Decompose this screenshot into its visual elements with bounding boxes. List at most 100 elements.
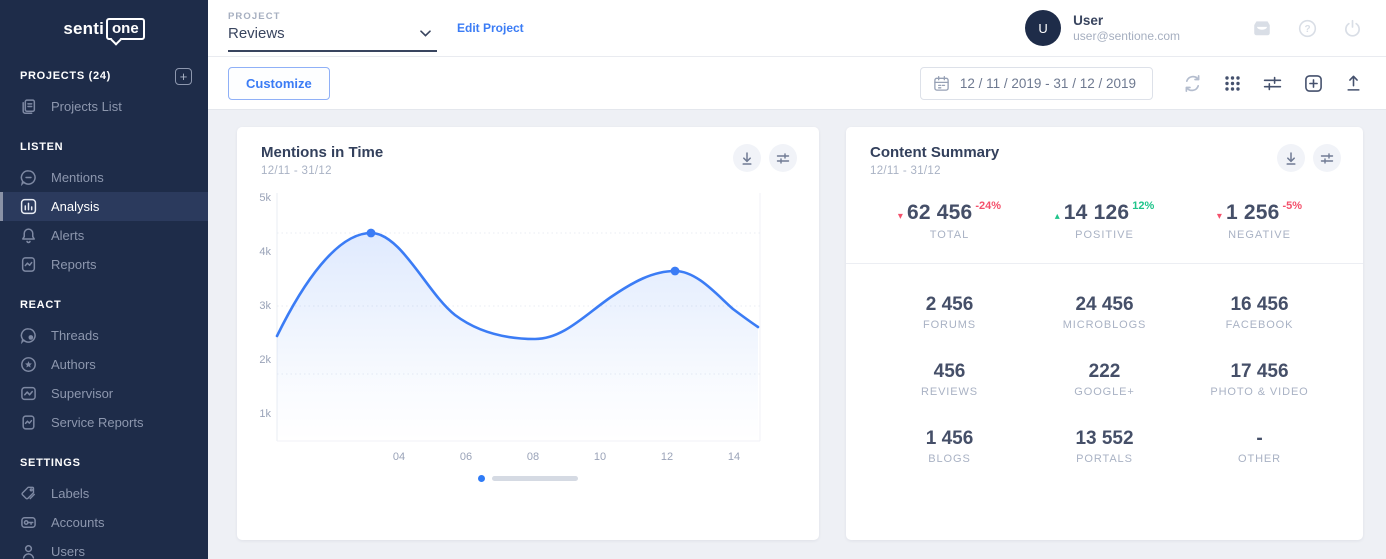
sidebar-item-users[interactable]: Users bbox=[0, 537, 208, 559]
sidebar-header-label: SETTINGS bbox=[20, 457, 81, 469]
user-menu[interactable]: U User user@sentione.com bbox=[1025, 10, 1180, 46]
chart-settings-button[interactable] bbox=[769, 144, 797, 172]
sidebar-header-react: REACT bbox=[0, 293, 208, 317]
kpi-value: 62 456 bbox=[907, 201, 972, 225]
svg-text:?: ? bbox=[1304, 24, 1310, 35]
sidebar-item-threads[interactable]: Threads bbox=[0, 321, 208, 350]
chart-pagination bbox=[237, 475, 819, 482]
kpi-value: 14 126 bbox=[1064, 201, 1129, 225]
source-value: 24 456 bbox=[1027, 294, 1182, 316]
sidebar-item-label: Users bbox=[51, 544, 85, 559]
reports-icon bbox=[20, 256, 37, 273]
filters-icon bbox=[1320, 152, 1334, 165]
source-blogs: 1 456 BLOGS bbox=[872, 428, 1027, 465]
source-label: FORUMS bbox=[872, 319, 1027, 331]
mentions-in-time-card: Mentions in Time 12/11 - 31/12 bbox=[237, 127, 819, 540]
sidebar-item-label: Service Reports bbox=[51, 415, 143, 430]
y-tick-label: 5k bbox=[259, 192, 271, 204]
sidebar-item-mentions[interactable]: Mentions bbox=[0, 163, 208, 192]
sidebar-item-label: Alerts bbox=[51, 228, 84, 243]
source-value: 222 bbox=[1027, 361, 1182, 383]
y-tick-label: 3k bbox=[259, 300, 271, 312]
kpi-label: NEGATIVE bbox=[1182, 229, 1337, 241]
sidebar-item-alerts[interactable]: Alerts bbox=[0, 221, 208, 250]
y-tick-label: 2k bbox=[259, 354, 271, 366]
edit-project-link[interactable]: Edit Project bbox=[457, 21, 524, 35]
x-tick-label: 06 bbox=[460, 451, 472, 463]
sidebar-item-label: Authors bbox=[51, 357, 96, 372]
sidebar-item-label: Projects List bbox=[51, 99, 122, 114]
toolbar: Customize 12 / 11 / 2019 - 31 / 12 / 201… bbox=[208, 57, 1386, 110]
supervisor-icon bbox=[20, 385, 37, 402]
sidebar-item-label: Labels bbox=[51, 486, 89, 501]
download-summary-button[interactable] bbox=[1277, 144, 1305, 172]
user-name: User bbox=[1073, 13, 1180, 28]
kpi-negative: ▾ 1 256 -5% NEGATIVE bbox=[1182, 201, 1337, 241]
help-icon[interactable]: ? bbox=[1298, 19, 1317, 38]
download-chart-button[interactable] bbox=[733, 144, 761, 172]
labels-icon bbox=[20, 485, 37, 502]
download-icon bbox=[1284, 151, 1298, 166]
summary-settings-button[interactable] bbox=[1313, 144, 1341, 172]
sidebar-header-projects: PROJECTS (24) + bbox=[0, 64, 208, 88]
refresh-icon[interactable] bbox=[1183, 74, 1202, 93]
source-label: OTHER bbox=[1182, 453, 1337, 465]
sidebar-item-authors[interactable]: Authors bbox=[0, 350, 208, 379]
sidebar-item-reports[interactable]: Reports bbox=[0, 250, 208, 279]
power-icon[interactable] bbox=[1343, 19, 1362, 38]
sidebar-item-accounts[interactable]: Accounts bbox=[0, 508, 208, 537]
customize-button[interactable]: Customize bbox=[228, 67, 330, 100]
sidebar-group-react: REACT Threads Authors Supervisor bbox=[0, 293, 208, 437]
sentione-logo[interactable]: senti one bbox=[0, 18, 208, 40]
x-tick-label: 12 bbox=[661, 451, 673, 463]
source-label: BLOGS bbox=[872, 453, 1027, 465]
selected-project-name: Reviews bbox=[228, 25, 285, 42]
add-widget-icon[interactable] bbox=[1304, 74, 1323, 93]
sidebar-item-labels[interactable]: Labels bbox=[0, 479, 208, 508]
users-icon bbox=[20, 543, 37, 559]
sidebar-item-label: Threads bbox=[51, 328, 99, 343]
source-forums: 2 456 FORUMS bbox=[872, 294, 1027, 331]
sidebar-item-supervisor[interactable]: Supervisor bbox=[0, 379, 208, 408]
mentions-chart[interactable]: 5k 4k 3k 2k 1k 04 06 08 10 bbox=[255, 185, 809, 469]
sidebar-group-settings: SETTINGS Labels Accounts Users bbox=[0, 451, 208, 559]
sidebar-item-service-reports[interactable]: Service Reports bbox=[0, 408, 208, 437]
user-email: user@sentione.com bbox=[1073, 29, 1180, 43]
source-photo-video: 17 456 PHOTO & VIDEO bbox=[1182, 361, 1337, 398]
grid-icon[interactable] bbox=[1224, 75, 1241, 92]
source-value: 1 456 bbox=[872, 428, 1027, 450]
source-value: 13 552 bbox=[1027, 428, 1182, 450]
sidebar-item-projects-list[interactable]: Projects List bbox=[0, 92, 208, 121]
kpi-change: -5% bbox=[1283, 200, 1303, 212]
sidebar-group-listen: LISTEN Mentions Analysis Alerts bbox=[0, 135, 208, 279]
avatar: U bbox=[1025, 10, 1061, 46]
date-range-text: 12 / 11 / 2019 - 31 / 12 / 2019 bbox=[960, 76, 1136, 91]
sidebar-item-analysis[interactable]: Analysis bbox=[0, 192, 208, 221]
source-google-plus: 222 GOOGLE+ bbox=[1027, 361, 1182, 398]
sidebar-item-label: Accounts bbox=[51, 515, 104, 530]
source-value: 2 456 bbox=[872, 294, 1027, 316]
source-label: REVIEWS bbox=[872, 386, 1027, 398]
project-select-dropdown[interactable]: PROJECT Reviews bbox=[228, 4, 437, 52]
source-facebook: 16 456 FACEBOOK bbox=[1182, 294, 1337, 331]
pagination-dot[interactable] bbox=[478, 475, 485, 482]
sidebar-item-label: Reports bbox=[51, 257, 97, 272]
x-tick-label: 14 bbox=[728, 451, 740, 463]
date-range-picker[interactable]: 12 / 11 / 2019 - 31 / 12 / 2019 bbox=[920, 67, 1153, 100]
kpi-positive: ▴ 14 126 12% POSITIVE bbox=[1027, 201, 1182, 241]
inbox-icon[interactable] bbox=[1252, 19, 1272, 37]
topbar-icons: ? bbox=[1252, 19, 1362, 38]
project-eyebrow-label: PROJECT bbox=[228, 11, 437, 22]
service-reports-icon bbox=[20, 414, 37, 431]
kpi-label: POSITIVE bbox=[1027, 229, 1182, 241]
x-tick-label: 04 bbox=[393, 451, 405, 463]
pagination-scrollbar[interactable] bbox=[492, 476, 578, 481]
add-project-button[interactable]: + bbox=[175, 68, 192, 85]
chevron-down-icon bbox=[420, 30, 431, 37]
authors-icon bbox=[20, 356, 37, 373]
source-value: 456 bbox=[872, 361, 1027, 383]
export-icon[interactable] bbox=[1345, 74, 1362, 92]
filters-icon[interactable] bbox=[1263, 75, 1282, 92]
data-point-marker[interactable] bbox=[671, 267, 680, 276]
data-point-marker[interactable] bbox=[367, 229, 376, 238]
